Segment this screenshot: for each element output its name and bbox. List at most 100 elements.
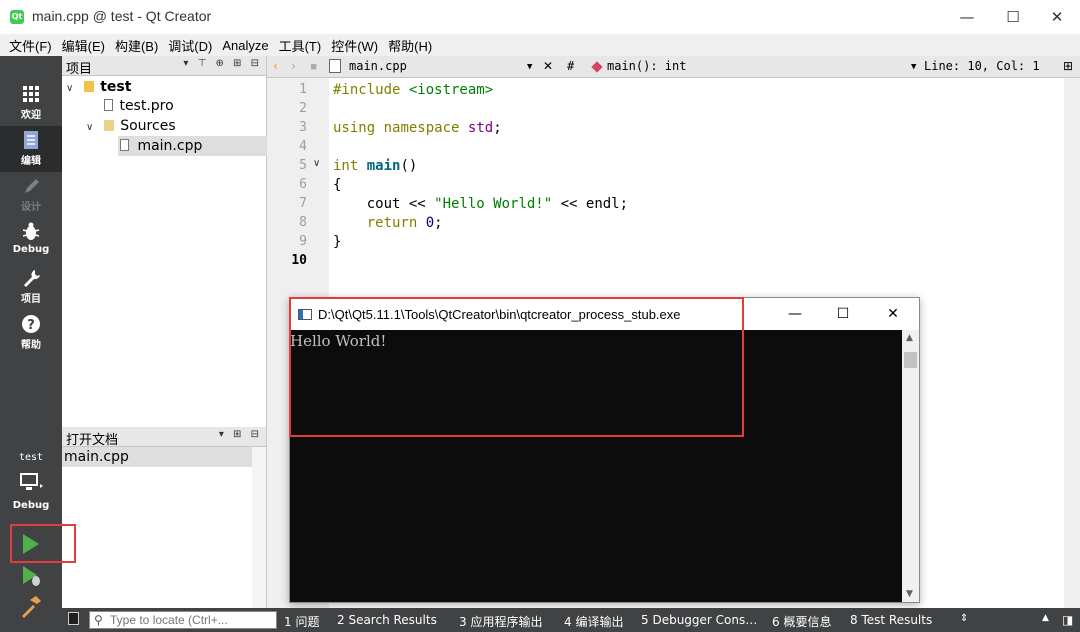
- code-line: using namespace std;: [333, 120, 502, 136]
- scroll-up-icon[interactable]: ▲: [906, 333, 913, 343]
- line-number: 8: [299, 215, 307, 230]
- open-documents-title: 打开文档: [66, 433, 119, 448]
- console-maximize-button[interactable]: ☐: [820, 298, 866, 330]
- help-icon: ?: [22, 315, 40, 333]
- symbol-combo[interactable]: main(): int: [607, 59, 686, 73]
- mode-debug[interactable]: Debug: [0, 218, 62, 264]
- tab-test-results[interactable]: 8 Test Results: [850, 613, 932, 627]
- toggle-sidebar-icon[interactable]: [68, 612, 79, 625]
- mode-projects[interactable]: 项目: [0, 264, 62, 310]
- menu-file[interactable]: 文件(F): [4, 36, 57, 55]
- tree-item-main-cpp[interactable]: main.cpp: [118, 136, 267, 156]
- tab-search-results[interactable]: 2 Search Results: [337, 613, 437, 627]
- project-folder-icon: [83, 81, 94, 92]
- console-close-button[interactable]: ✕: [870, 298, 916, 330]
- line-number: 4: [299, 139, 307, 154]
- console-scrollbar[interactable]: ▲ ▼: [902, 330, 919, 602]
- forward-arrow-icon[interactable]: ›: [291, 59, 296, 73]
- hash-label: #: [567, 59, 575, 73]
- hammer-icon: [22, 596, 41, 618]
- debug-run-icon: [23, 566, 40, 586]
- lock-icon: ■: [311, 62, 317, 72]
- mode-help[interactable]: ? 帮助: [0, 310, 62, 356]
- locator-input[interactable]: [110, 613, 274, 627]
- open-doc-main-cpp[interactable]: main.cpp: [62, 447, 253, 467]
- menu-debug[interactable]: 调试(D): [163, 36, 217, 55]
- menu-controls[interactable]: 控件(W): [326, 36, 383, 55]
- search-icon: ⚲: [94, 613, 103, 627]
- file-icon: [329, 59, 341, 73]
- maximize-button[interactable]: ☐: [990, 0, 1036, 34]
- more-tabs-icon[interactable]: ⇕: [960, 613, 968, 624]
- menu-tools[interactable]: 工具(T): [274, 36, 327, 55]
- scroll-down-icon[interactable]: ▼: [906, 589, 913, 599]
- tab-debugger-console[interactable]: 5 Debugger Cons…: [641, 613, 757, 627]
- pane-tool-icons[interactable]: ▾ ⊤ ⊕ ⊞ ⊟: [183, 58, 262, 69]
- mode-welcome-label: 欢迎: [21, 110, 41, 121]
- close-button[interactable]: ✕: [1034, 0, 1080, 34]
- line-number: 2: [299, 101, 307, 116]
- pencil-icon: [25, 179, 39, 193]
- menu-edit[interactable]: 编辑(E): [57, 36, 110, 55]
- svg-text:?: ?: [27, 318, 35, 333]
- menu-analyze[interactable]: Analyze: [217, 38, 273, 53]
- back-arrow-icon[interactable]: ‹: [273, 59, 278, 73]
- kit-selector[interactable]: [18, 470, 44, 496]
- code-line: return 0;: [366, 215, 443, 231]
- minimize-button[interactable]: —: [944, 0, 990, 34]
- open-documents-pane: 打开文档 ▾ ⊞ ⊟ main.cpp: [62, 427, 267, 608]
- sources-folder-icon: [103, 120, 114, 131]
- pane-tool-icons[interactable]: ▾ ⊞ ⊟: [219, 429, 262, 440]
- tab-general-messages[interactable]: 6 概要信息: [772, 613, 831, 630]
- line-number: 3: [299, 120, 307, 135]
- code-line: {: [333, 177, 342, 193]
- cursor-position[interactable]: Line: 10, Col: 1: [924, 59, 1040, 73]
- qt-creator-app-icon: Qt: [10, 10, 24, 24]
- tab-compile-output[interactable]: 4 编译输出: [564, 613, 623, 630]
- tree-item-sources[interactable]: ∨ Sources: [86, 116, 266, 136]
- chevron-down-icon[interactable]: ▼: [911, 62, 916, 72]
- open-documents-header: 打开文档 ▾ ⊞ ⊟: [62, 427, 266, 448]
- project-pane-title: 项目: [66, 62, 93, 77]
- editor-toolbar: ‹ › ■ main.cpp ▼ ✕ # main(): int ▼ Line:…: [267, 56, 1080, 78]
- console-highlight-box: [289, 297, 744, 437]
- menu-bar: 文件(F) 编辑(E) 构建(B) 调试(D) Analyze 工具(T) 控件…: [0, 34, 1080, 56]
- mode-edit-label: 编辑: [21, 156, 41, 167]
- mode-design[interactable]: 设计: [0, 172, 62, 218]
- toggle-output-icon[interactable]: ◨: [1062, 613, 1073, 627]
- menu-build[interactable]: 构建(B): [110, 36, 163, 55]
- open-documents-scrollbar[interactable]: [252, 447, 266, 608]
- wrench-icon: [24, 270, 40, 287]
- fold-chevron-icon[interactable]: ∨: [313, 158, 320, 169]
- current-line-number: 10: [291, 253, 307, 268]
- build-button[interactable]: [18, 594, 44, 620]
- pro-file-icon: [104, 99, 113, 111]
- chevron-down-icon[interactable]: ▼: [527, 62, 532, 72]
- console-minimize-button[interactable]: —: [772, 298, 818, 330]
- tree-item-test-pro[interactable]: test.pro: [104, 96, 264, 116]
- debug-run-button[interactable]: [18, 564, 44, 588]
- code-line: int main(): [333, 158, 418, 174]
- mode-edit[interactable]: 编辑: [0, 126, 62, 172]
- tree-item-test[interactable]: ∨ test: [66, 77, 266, 97]
- window-title: main.cpp @ test - Qt Creator: [32, 8, 212, 24]
- mode-welcome[interactable]: 欢迎: [0, 80, 62, 126]
- edit-doc-icon: [24, 131, 38, 149]
- tab-application-output[interactable]: 3 应用程序输出: [459, 613, 542, 630]
- split-editor-icon[interactable]: ⊞: [1063, 59, 1073, 73]
- menu-help[interactable]: 帮助(H): [383, 36, 437, 55]
- scrollbar-thumb[interactable]: [904, 352, 917, 368]
- project-pane-header: 项目 ▾ ⊤ ⊕ ⊞ ⊟: [62, 56, 266, 77]
- editor-scrollbar[interactable]: [1064, 78, 1080, 608]
- line-number: 9: [299, 234, 307, 249]
- chevron-down-icon: ∨: [66, 83, 74, 94]
- locator[interactable]: ⚲: [89, 611, 277, 629]
- code-line: cout << "Hello World!" << endl;: [333, 196, 629, 212]
- line-number: 6: [299, 177, 307, 192]
- close-document-icon[interactable]: ✕: [543, 59, 553, 73]
- maximize-output-icon[interactable]: ▲: [1042, 613, 1049, 623]
- current-file-combo[interactable]: main.cpp: [349, 59, 407, 73]
- cpp-file-icon: [120, 139, 129, 151]
- run-highlight-box: [10, 524, 76, 563]
- tab-issues[interactable]: 1 问题: [284, 613, 319, 630]
